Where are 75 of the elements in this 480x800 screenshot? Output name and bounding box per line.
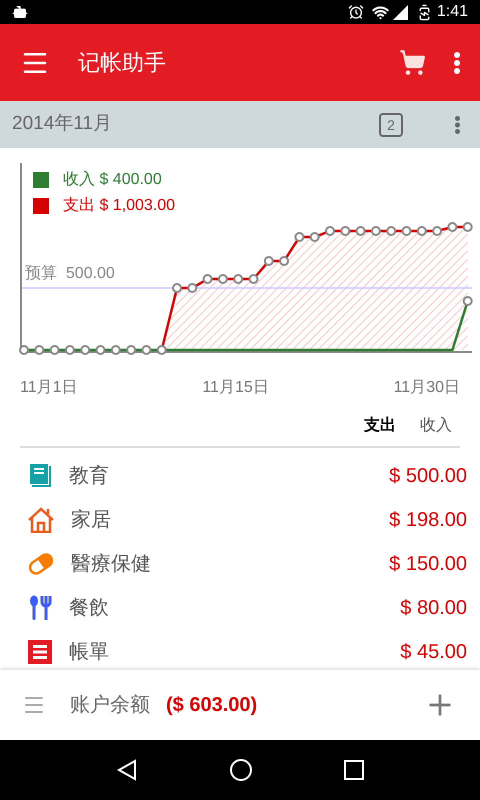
legend-label: 收入 $ 400.00 xyxy=(63,170,162,190)
balance-label: 账户余额 xyxy=(70,693,150,718)
data-point xyxy=(340,226,350,236)
data-point xyxy=(126,345,136,355)
data-point xyxy=(50,345,60,355)
data-point xyxy=(218,274,228,284)
more-icon xyxy=(455,116,460,134)
tab[interactable]: 收入 xyxy=(412,414,460,438)
data-point xyxy=(462,296,473,306)
data-point xyxy=(370,226,381,236)
data-point xyxy=(110,345,121,355)
data-point xyxy=(386,226,396,236)
cart-icon xyxy=(399,49,426,76)
category-row[interactable]: 教育 $ 500.00 xyxy=(0,454,480,498)
budget-label: 预算 500.00 xyxy=(25,264,115,284)
app-title: 记帐助手 xyxy=(78,49,166,77)
data-point xyxy=(202,274,213,284)
data-point xyxy=(416,226,427,236)
category-name: 餐飲 xyxy=(69,596,109,621)
axis-label: 11月15日 xyxy=(202,378,269,398)
wifi-icon xyxy=(372,4,389,20)
category-row[interactable]: 家居 $ 198.00 xyxy=(0,498,480,542)
period-more-button[interactable] xyxy=(455,116,460,134)
home-icon xyxy=(229,758,253,782)
period-title: 2014年11月 xyxy=(12,112,112,136)
data-point xyxy=(264,256,274,266)
more-icon xyxy=(454,52,460,74)
category-name: 帳單 xyxy=(69,640,109,665)
data-point xyxy=(34,345,44,355)
recents-button[interactable] xyxy=(343,759,365,781)
back-button[interactable] xyxy=(115,758,139,782)
more-button[interactable] xyxy=(454,52,460,74)
signal-icon xyxy=(392,4,408,20)
data-point xyxy=(325,226,335,236)
category-name: 家居 xyxy=(71,508,111,533)
data-point xyxy=(294,232,304,242)
data-point xyxy=(141,345,152,355)
day-badge[interactable]: 2 xyxy=(379,112,403,136)
data-point xyxy=(64,345,75,355)
data-point xyxy=(447,222,458,232)
legend-label: 支出 $ 1,003.00 xyxy=(63,196,176,216)
data-point xyxy=(402,226,412,236)
data-point xyxy=(156,345,167,355)
recents-icon xyxy=(343,759,365,781)
category-amount: $ 500.00 xyxy=(389,464,467,489)
category-row[interactable]: 醫療保健 $ 150.00 xyxy=(0,542,480,586)
home-button[interactable] xyxy=(229,758,253,782)
alarm-icon xyxy=(348,4,364,20)
tab[interactable]: 支出 xyxy=(356,414,404,438)
data-point xyxy=(172,283,182,293)
balance-amount: ($ 603.00) xyxy=(166,693,258,718)
category-name: 教育 xyxy=(69,464,109,489)
category-name: 醫療保健 xyxy=(71,552,151,577)
cart-button[interactable] xyxy=(399,49,426,76)
category-amount: $ 150.00 xyxy=(389,552,467,577)
data-point xyxy=(80,345,90,355)
category-amount: $ 80.00 xyxy=(400,596,467,621)
category-row[interactable]: 餐飲 $ 80.00 xyxy=(0,586,480,630)
data-point xyxy=(233,274,244,284)
category-amount: $ 198.00 xyxy=(389,508,467,533)
category-amount: $ 45.00 xyxy=(400,640,467,665)
data-point xyxy=(310,232,320,242)
axis-label: 11月30日 xyxy=(394,378,460,398)
category-row[interactable]: 帳單 $ 45.00 xyxy=(0,630,480,670)
data-point xyxy=(96,345,106,355)
data-point xyxy=(356,226,366,236)
data-point xyxy=(462,222,473,232)
data-point xyxy=(432,226,442,236)
data-point xyxy=(19,345,29,355)
data-point xyxy=(279,256,290,266)
data-point xyxy=(187,283,198,293)
back-icon xyxy=(115,758,139,782)
status-time: 1:41 xyxy=(436,2,468,22)
axis-label: 11月1日 xyxy=(20,378,78,398)
data-point xyxy=(248,274,258,284)
